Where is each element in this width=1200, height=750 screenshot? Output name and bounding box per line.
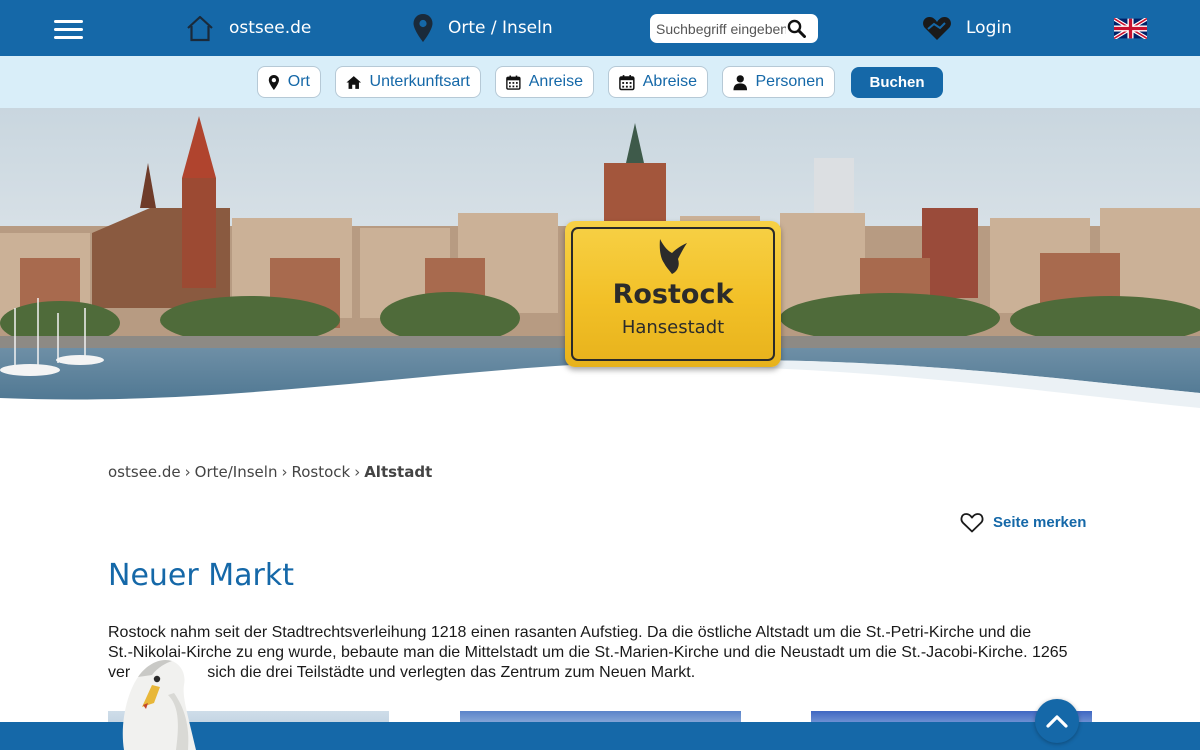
- booking-bar: Ort Unterkunftsart Anreise Abreise Perso…: [0, 56, 1200, 108]
- nav-home-link[interactable]: ostsee.de: [185, 0, 311, 56]
- hero-banner: Rostock Hansestadt: [0, 108, 1200, 430]
- booking-personen-button[interactable]: Personen: [722, 66, 835, 98]
- nav-login-label: Login: [966, 18, 1012, 38]
- person-icon: [733, 74, 748, 90]
- intro-line-end: sich die drei Teilstädte und verlegten d…: [207, 664, 696, 681]
- nav-login-link[interactable]: Login: [922, 0, 1012, 56]
- seite-merken-label: Seite merken: [993, 514, 1087, 531]
- buchen-button[interactable]: Buchen: [851, 67, 943, 98]
- intro-paragraph: Rostock nahm seit der Stadtrechtsverleih…: [108, 623, 1083, 683]
- uk-flag-icon[interactable]: [1114, 18, 1147, 39]
- nav-home-label: ostsee.de: [229, 18, 312, 38]
- intro-line: St.-Nikolai-Kirche zu eng wurde, bebaute…: [108, 644, 1068, 661]
- intro-line: Rostock nahm seit der Stadtrechtsverleih…: [108, 624, 1032, 641]
- breadcrumb-orte[interactable]: Orte/Inseln: [195, 463, 278, 481]
- heart-login-icon: [923, 17, 951, 40]
- breadcrumb-rostock[interactable]: Rostock: [291, 463, 350, 481]
- rostock-city-sign: Rostock Hansestadt: [565, 221, 781, 367]
- booking-abreise-label: Abreise: [642, 73, 697, 90]
- booking-unterkunftsart-button[interactable]: Unterkunftsart: [335, 66, 481, 98]
- search-icon[interactable]: [787, 19, 806, 38]
- booking-unterkunftsart-label: Unterkunftsart: [369, 73, 470, 90]
- seagull-mascot[interactable]: [112, 655, 204, 750]
- sign-subtitle: Hansestadt: [621, 317, 725, 338]
- griffin-icon: [659, 239, 687, 274]
- breadcrumb-current: Altstadt: [364, 463, 433, 481]
- nav-orte-label: Orte / Inseln: [448, 18, 553, 38]
- nav-orte-link[interactable]: Orte / Inseln: [412, 0, 553, 56]
- house-icon: [346, 75, 362, 89]
- breadcrumb-separator: ›: [184, 463, 191, 481]
- page-title: Neuer Markt: [108, 558, 294, 593]
- calendar-icon: [506, 75, 521, 90]
- sign-title: Rostock: [612, 279, 734, 310]
- map-pin-icon: [268, 74, 279, 90]
- search-box: [650, 14, 818, 43]
- breadcrumb-home[interactable]: ostsee.de: [108, 463, 181, 481]
- booking-anreise-label: Anreise: [528, 73, 583, 90]
- booking-anreise-button[interactable]: Anreise: [495, 66, 594, 98]
- seite-merken-button[interactable]: Seite merken: [960, 512, 1086, 533]
- home-icon: [187, 15, 213, 42]
- booking-abreise-button[interactable]: Abreise: [608, 66, 708, 98]
- booking-ort-button[interactable]: Ort: [257, 66, 321, 98]
- breadcrumb: ostsee.de › Orte/Inseln › Rostock › Altstadt: [108, 463, 432, 481]
- breadcrumb-separator: ›: [354, 463, 361, 481]
- search-input[interactable]: [656, 19, 786, 38]
- breadcrumb-separator: ›: [281, 463, 288, 481]
- intro-line: ver sich die drei Teilstädte und verlegte…: [108, 663, 1083, 683]
- top-navigation-bar: ostsee.de Orte / Inseln Login: [0, 0, 1200, 56]
- calendar-icon: [619, 74, 635, 90]
- booking-personen-label: Personen: [755, 73, 825, 90]
- scroll-to-top-button[interactable]: [1035, 699, 1079, 743]
- chevron-up-icon: [1046, 715, 1068, 728]
- heart-outline-icon: [960, 513, 984, 533]
- map-pin-icon: [413, 14, 433, 42]
- hamburger-menu-icon[interactable]: [54, 20, 83, 39]
- booking-ort-label: Ort: [287, 73, 310, 90]
